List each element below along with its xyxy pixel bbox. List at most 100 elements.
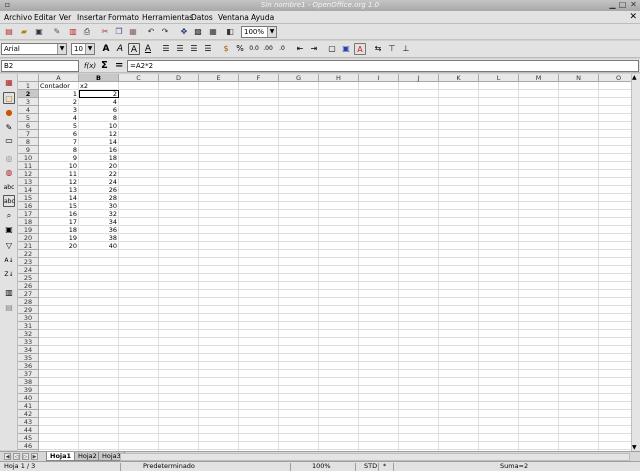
cell-j4[interactable]	[399, 106, 439, 114]
chevron-down-icon[interactable]: ▼	[85, 44, 94, 54]
gallery-icon[interactable]: ▩	[192, 26, 204, 38]
cell-d27[interactable]	[159, 290, 199, 298]
undo-icon[interactable]: ↶	[145, 26, 157, 38]
cell-n38[interactable]	[559, 378, 599, 386]
cell-b28[interactable]	[79, 298, 119, 306]
cell-j25[interactable]	[399, 274, 439, 282]
cell-b2[interactable]: 2	[79, 90, 119, 98]
cell-l45[interactable]	[479, 434, 519, 442]
cell-c16[interactable]	[119, 202, 159, 210]
cell-k1[interactable]	[439, 82, 479, 90]
cell-n46[interactable]	[559, 442, 599, 450]
cell-h18[interactable]	[319, 218, 359, 226]
cell-f42[interactable]	[239, 410, 279, 418]
cell-a17[interactable]: 16	[39, 210, 79, 218]
cell-a43[interactable]	[39, 418, 79, 426]
cell-c1[interactable]	[119, 82, 159, 90]
vertical-scrollbar[interactable]: ▲ ▼	[631, 74, 640, 451]
column-header-b[interactable]: B	[79, 74, 119, 82]
column-header-g[interactable]: G	[279, 74, 319, 82]
font-color-icon[interactable]: A	[354, 43, 366, 55]
row-header[interactable]: 22	[18, 250, 39, 258]
cell-d19[interactable]	[159, 226, 199, 234]
insert-object-icon[interactable]: ●	[3, 107, 15, 119]
cell-c5[interactable]	[119, 114, 159, 122]
cell-d11[interactable]	[159, 162, 199, 170]
cell-g20[interactable]	[279, 234, 319, 242]
cell-f35[interactable]	[239, 354, 279, 362]
cell-e14[interactable]	[199, 186, 239, 194]
cell-j3[interactable]	[399, 98, 439, 106]
cell-e29[interactable]	[199, 306, 239, 314]
row-header[interactable]: 13	[18, 178, 39, 186]
italic-icon[interactable]: A	[114, 43, 126, 55]
cell-d12[interactable]	[159, 170, 199, 178]
column-header-c[interactable]: C	[119, 74, 159, 82]
cell-g19[interactable]	[279, 226, 319, 234]
cell-d25[interactable]	[159, 274, 199, 282]
row-header[interactable]: 45	[18, 434, 39, 442]
cell-m8[interactable]	[519, 138, 559, 146]
cell-b3[interactable]: 4	[79, 98, 119, 106]
cell-j16[interactable]	[399, 202, 439, 210]
cell-g44[interactable]	[279, 426, 319, 434]
cell-l36[interactable]	[479, 362, 519, 370]
cell-e5[interactable]	[199, 114, 239, 122]
cell-j18[interactable]	[399, 218, 439, 226]
cell-l25[interactable]	[479, 274, 519, 282]
cell-k40[interactable]	[439, 394, 479, 402]
font-size-combo[interactable]: 10 ▼	[71, 43, 95, 55]
cell-b9[interactable]: 16	[79, 146, 119, 154]
cell-i7[interactable]	[359, 130, 399, 138]
cell-l30[interactable]	[479, 314, 519, 322]
edit-autofilter-icon[interactable]: ▭	[3, 135, 15, 147]
menu-editar[interactable]: Editar	[34, 13, 56, 22]
cell-k4[interactable]	[439, 106, 479, 114]
cell-i37[interactable]	[359, 370, 399, 378]
cell-d31[interactable]	[159, 322, 199, 330]
close-document-icon[interactable]: ✕	[629, 12, 637, 22]
cell-f19[interactable]	[239, 226, 279, 234]
cell-c11[interactable]	[119, 162, 159, 170]
zoom-level[interactable]: 100%	[312, 462, 331, 471]
cell-j5[interactable]	[399, 114, 439, 122]
cell-e15[interactable]	[199, 194, 239, 202]
cell-d16[interactable]	[159, 202, 199, 210]
cell-a44[interactable]	[39, 426, 79, 434]
row-header[interactable]: 3	[18, 98, 39, 106]
cell-h13[interactable]	[319, 178, 359, 186]
cell-k31[interactable]	[439, 322, 479, 330]
text-direction-icon[interactable]: ⇆	[372, 43, 384, 55]
cell-l20[interactable]	[479, 234, 519, 242]
cell-m32[interactable]	[519, 330, 559, 338]
cell-e1[interactable]	[199, 82, 239, 90]
cell-c29[interactable]	[119, 306, 159, 314]
cell-g29[interactable]	[279, 306, 319, 314]
cell-f23[interactable]	[239, 258, 279, 266]
print-icon[interactable]: ⎙	[81, 26, 93, 38]
cell-a2[interactable]: 1	[39, 90, 79, 98]
cell-m37[interactable]	[519, 370, 559, 378]
cell-k34[interactable]	[439, 346, 479, 354]
row-header[interactable]: 28	[18, 298, 39, 306]
cell-d42[interactable]	[159, 410, 199, 418]
cell-f16[interactable]	[239, 202, 279, 210]
cell-f43[interactable]	[239, 418, 279, 426]
cell-k39[interactable]	[439, 386, 479, 394]
autocorrect-icon[interactable]: ◍	[3, 167, 15, 179]
cell-l5[interactable]	[479, 114, 519, 122]
cell-e10[interactable]	[199, 154, 239, 162]
cell-m12[interactable]	[519, 170, 559, 178]
cell-f33[interactable]	[239, 338, 279, 346]
cell-n44[interactable]	[559, 426, 599, 434]
cell-b21[interactable]: 40	[79, 242, 119, 250]
cell-e19[interactable]	[199, 226, 239, 234]
cell-c44[interactable]	[119, 426, 159, 434]
cell-l12[interactable]	[479, 170, 519, 178]
cell-g25[interactable]	[279, 274, 319, 282]
cell-i40[interactable]	[359, 394, 399, 402]
cell-n8[interactable]	[559, 138, 599, 146]
borders-icon[interactable]: ▢	[326, 43, 338, 55]
cell-n25[interactable]	[559, 274, 599, 282]
cell-j23[interactable]	[399, 258, 439, 266]
